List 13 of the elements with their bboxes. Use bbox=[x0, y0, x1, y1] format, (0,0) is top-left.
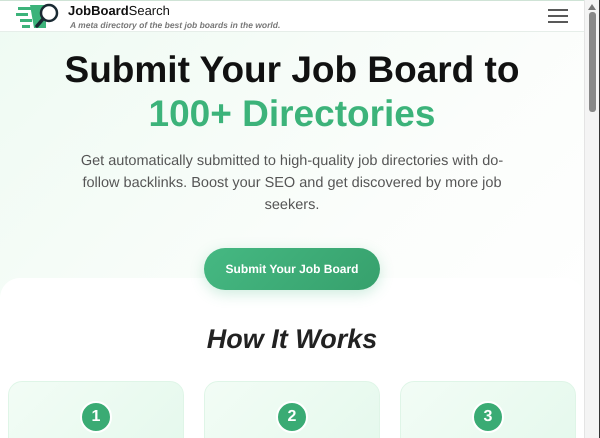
hero-title: Submit Your Job Board to bbox=[64, 49, 520, 90]
menu-icon[interactable] bbox=[548, 9, 568, 23]
step-number: 3 bbox=[472, 401, 504, 433]
step-number: 1 bbox=[80, 401, 112, 433]
scroll-up-icon[interactable] bbox=[588, 4, 596, 10]
hero-highlight: 100+ Directories bbox=[148, 93, 436, 134]
scrollbar-thumb[interactable] bbox=[588, 12, 596, 112]
brand-name[interactable]: JobBoardSearch bbox=[68, 2, 280, 18]
section-heading: How It Works bbox=[206, 324, 378, 355]
hero-description: Get automatically submitted to high-quality job directories with do-follow backlinks. Boost your SEO and get discovered by more job seekers. bbox=[80, 152, 504, 215]
scrollbar[interactable] bbox=[584, 0, 600, 438]
step-number: 2 bbox=[276, 401, 308, 433]
tagline: A meta directory of the best job boards in the world. bbox=[70, 20, 280, 30]
